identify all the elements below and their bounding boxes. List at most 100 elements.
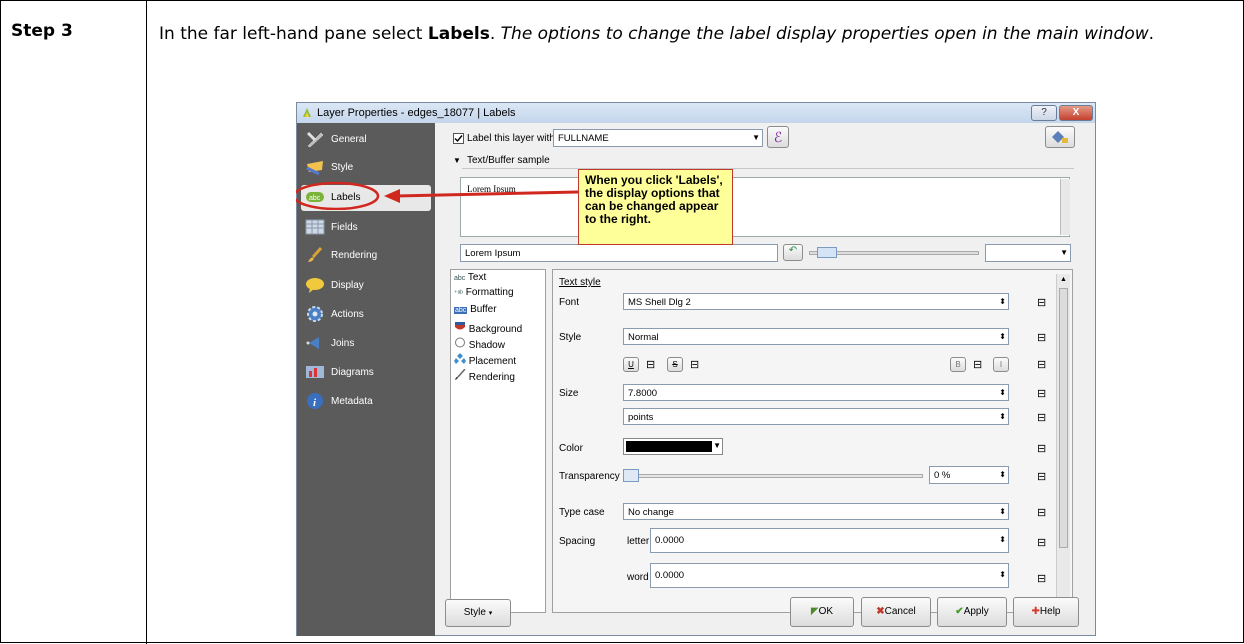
close-button[interactable]: X [1059, 105, 1093, 121]
list-item-text[interactable]: abc Text [454, 272, 542, 283]
data-defined-icon[interactable]: ⊟ [1037, 572, 1046, 585]
label-layer-checkbox-label: Label this layer with [467, 133, 555, 144]
transparency-handle[interactable] [623, 469, 639, 482]
list-item-label: Background [468, 324, 523, 335]
data-defined-icon[interactable]: ⊟ [1037, 296, 1046, 309]
color-button[interactable]: ▼ [623, 438, 723, 455]
slider-handle[interactable] [817, 247, 837, 258]
data-defined-icon[interactable]: ⊟ [1037, 536, 1046, 549]
text-abc-icon: abc [454, 275, 466, 282]
data-defined-icon[interactable]: ⊟ [1037, 358, 1046, 371]
style-combo[interactable]: Normal ⬍ [623, 328, 1009, 345]
sample-scrollbar[interactable] [1060, 179, 1070, 235]
bold-button[interactable]: B [950, 357, 966, 372]
transparency-slider[interactable] [623, 474, 923, 478]
sidebar-item-display[interactable]: Display [301, 273, 431, 299]
apply-check-icon: ✔ [955, 606, 964, 617]
style-menu-button[interactable]: Style ▾ [445, 599, 511, 627]
sidebar-item-joins[interactable]: Joins [301, 331, 431, 357]
data-defined-icon[interactable]: ⊟ [973, 358, 982, 371]
qgis-icon [303, 108, 311, 117]
sidebar-item-fields[interactable]: Fields [301, 215, 431, 241]
transparency-value: 0 % [934, 470, 951, 481]
data-defined-icon[interactable]: ⊟ [1037, 506, 1046, 519]
updown-icon: ⬍ [999, 297, 1006, 306]
list-item-label: Rendering [468, 372, 515, 383]
list-item-buffer[interactable]: abc Buffer [454, 304, 497, 315]
sidebar-item-rendering[interactable]: Rendering [301, 243, 431, 269]
word-spacing-spinbox[interactable]: 0.0000 ⬍ [650, 563, 1009, 588]
data-defined-icon[interactable]: ⊟ [1037, 331, 1046, 344]
data-defined-icon[interactable]: ⊟ [690, 358, 699, 371]
scroll-thumb[interactable] [1059, 288, 1068, 548]
data-defined-icon[interactable]: ⊟ [1037, 387, 1046, 400]
dialog-titlebar: Layer Properties - edges_18077 | Labels … [297, 103, 1095, 123]
label-layer-checkbox[interactable] [453, 133, 464, 144]
sidebar-item-actions[interactable]: Actions [301, 302, 431, 328]
label-options-list: abc Text ⁺ᵃᵇ Formatting abc Buffer Backg… [450, 269, 546, 613]
help-label: Help [1039, 606, 1061, 617]
scroll-up-icon[interactable]: ▲ [1060, 276, 1067, 283]
list-item-rendering[interactable]: Rendering [454, 368, 515, 383]
list-item-shadow[interactable]: Shadow [454, 337, 505, 351]
updown-icon: ⬍ [999, 470, 1006, 479]
chevron-down-icon: ▾ [488, 610, 493, 617]
sample-text-input[interactable]: Lorem Ipsum [460, 244, 778, 262]
sidebar-label-general: General [331, 134, 367, 145]
help-button[interactable]: ✚Help [1013, 597, 1079, 627]
font-combo[interactable]: MS Shell Dlg 2 ⬍ [623, 293, 1009, 310]
rule-settings-button[interactable] [1045, 126, 1075, 148]
reset-sample-button[interactable]: ↶ [783, 244, 803, 261]
apply-label: Apply [963, 606, 989, 617]
list-item-placement[interactable]: Placement [454, 353, 516, 367]
ok-label: OK [818, 606, 834, 617]
style-button-label: Style [463, 607, 486, 618]
typecase-label: Type case [559, 507, 605, 518]
speech-bubble-icon [306, 278, 324, 293]
instruction-text: In the far left-hand pane select Labels.… [159, 21, 1229, 48]
strikeout-button[interactable]: S [667, 357, 683, 372]
help-titlebar-button[interactable]: ? [1031, 105, 1057, 121]
info-icon: i [307, 393, 323, 409]
formatting-icon: ⁺ᵃᵇ [454, 290, 463, 297]
expression-button[interactable]: ℰ [767, 126, 789, 148]
apply-button[interactable]: ✔Apply [937, 597, 1007, 627]
sidebar-label-actions: Actions [331, 309, 364, 320]
updown-icon: ⬍ [999, 570, 1006, 579]
dialog-title: Layer Properties - edges_18077 | Labels [317, 107, 516, 119]
italic-button[interactable]: I [993, 357, 1009, 372]
updown-icon: ⬍ [999, 507, 1006, 516]
step-label: Step 3 [11, 21, 73, 41]
list-item-label: Formatting [465, 287, 514, 298]
cancel-button[interactable]: ✖Cancel [861, 597, 931, 627]
size-spinbox[interactable]: 7.8000 ⬍ [623, 384, 1009, 401]
text-style-panel: Text style Font MS Shell Dlg 2 ⬍ ⊟ Style… [552, 269, 1073, 613]
size-unit-value: points [628, 412, 654, 423]
typecase-combo[interactable]: No change ⬍ [623, 503, 1009, 520]
cancel-x-icon: ✖ [876, 606, 885, 617]
list-item-background[interactable]: Background [454, 321, 522, 335]
data-defined-icon[interactable]: ⊟ [1037, 470, 1046, 483]
size-unit-combo[interactable]: points ⬍ [623, 408, 1009, 425]
transparency-label: Transparency [559, 471, 620, 482]
underline-button[interactable]: U [623, 357, 639, 372]
ok-button[interactable]: ◤OK [790, 597, 854, 627]
data-defined-icon[interactable]: ⊟ [1037, 442, 1046, 455]
letter-spacing-value: 0.0000 [655, 535, 685, 546]
transparency-spinbox[interactable]: 0 % ⬍ [929, 466, 1009, 484]
updown-icon: ⬍ [999, 412, 1006, 421]
data-defined-icon[interactable]: ⊟ [1037, 411, 1046, 424]
wrench-icon [306, 131, 324, 148]
data-defined-icon[interactable]: ⊟ [646, 358, 655, 371]
sidebar-item-diagrams[interactable]: Diagrams [301, 360, 431, 386]
background-color-combo[interactable]: ▼ [985, 244, 1071, 262]
list-item-formatting[interactable]: ⁺ᵃᵇ Formatting [454, 287, 514, 298]
cancel-label: Cancel [884, 606, 916, 617]
spacing-label: Spacing [559, 536, 596, 547]
sidebar-item-metadata[interactable]: i Metadata [301, 389, 431, 415]
letter-spacing-spinbox[interactable]: 0.0000 ⬍ [650, 528, 1009, 553]
brush-icon [308, 247, 323, 262]
panel-scrollbar[interactable]: ▲ ▼ [1056, 274, 1070, 608]
rendering-brush-icon [455, 368, 466, 380]
label-field-combo[interactable]: FULLNAME ▼ [553, 129, 763, 147]
